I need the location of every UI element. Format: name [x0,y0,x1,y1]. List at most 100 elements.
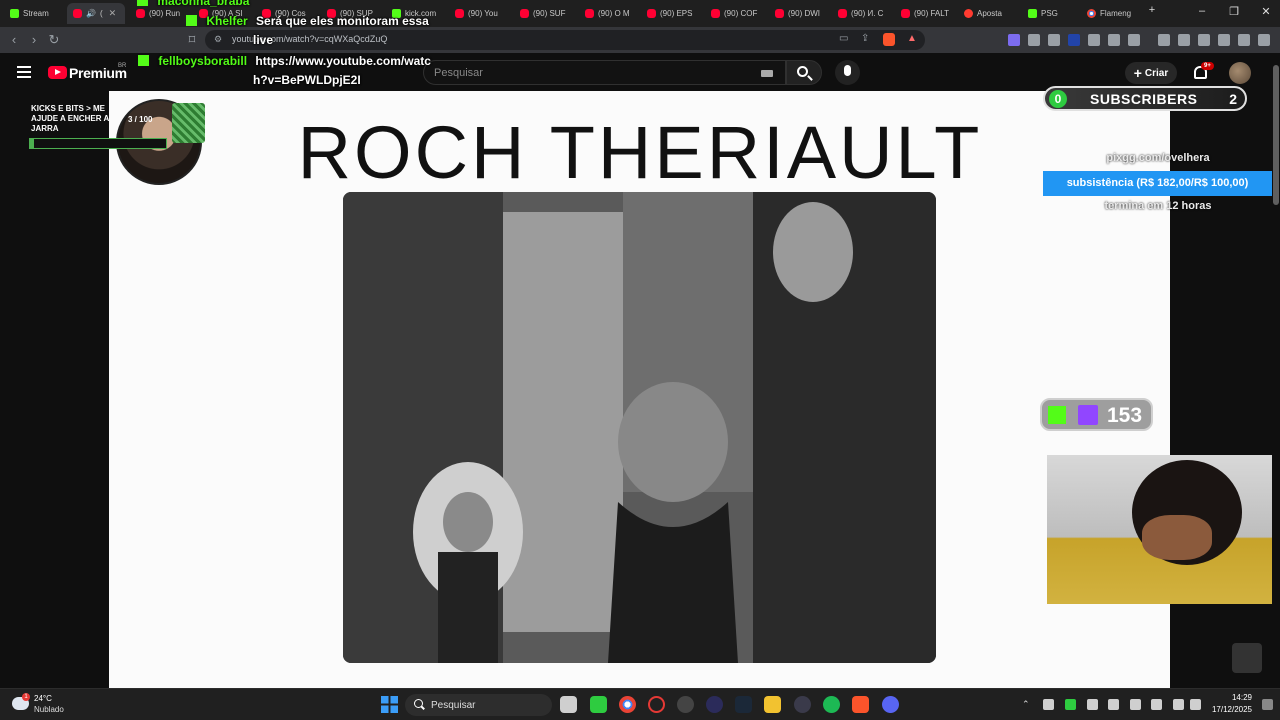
sparkle-icon [964,9,973,18]
ai-icon[interactable] [1218,34,1230,46]
back-arrow-icon[interactable]: ‹ [6,32,22,48]
discord-icon[interactable] [882,696,899,713]
tray-icon[interactable] [1065,699,1076,710]
extension-icon[interactable] [1088,34,1100,46]
search-icon [797,66,808,77]
chevron-up-icon[interactable]: ⌃ [1022,699,1033,710]
youtube-icon [901,9,910,18]
windows-start-icon[interactable] [381,696,398,713]
bluetooth-icon[interactable] [1130,699,1141,710]
viewer-count: 153 [1107,404,1143,427]
reload-icon[interactable]: ↻ [46,32,62,48]
close-tab-icon[interactable]: ✕ [109,8,117,19]
voice-search-button[interactable] [835,60,860,85]
extension-icon[interactable] [1048,34,1060,46]
tab-psg[interactable]: PSG [1022,3,1078,24]
tab-active-youtube[interactable]: 🔊 ( ✕ [67,3,125,24]
minimize-button[interactable]: – [1193,5,1211,17]
tab-youtube[interactable]: (90) O M [579,3,639,24]
youtube-icon [711,9,720,18]
volume-icon[interactable] [1190,699,1201,710]
task-view-icon[interactable] [560,696,577,713]
channel-watermark[interactable] [1232,643,1262,673]
tray-icon[interactable] [1043,699,1054,710]
clock-time[interactable]: 14:29 [1212,693,1252,702]
brave-icon[interactable] [852,696,869,713]
tab-stream[interactable]: Stream [4,3,64,24]
menu-icon[interactable] [17,66,31,78]
file-explorer-icon[interactable] [764,696,781,713]
opera-icon[interactable] [648,696,665,713]
photo-standing-man-face [773,202,853,302]
cast-icon[interactable]: ▭ [839,33,848,44]
youtube-icon [775,9,784,18]
tab-label: Stream [23,9,49,18]
tray-icon[interactable] [1151,699,1162,710]
photo-illustration [343,192,936,663]
brave-rewards-icon[interactable]: ▲ [907,33,917,44]
notification-center-icon[interactable] [1262,699,1273,710]
tab-flamengo[interactable]: Flameng [1081,3,1139,24]
tab-youtube[interactable]: (90) You [449,3,511,24]
media-controls-icon[interactable] [1158,34,1170,46]
brave-shields-icon[interactable] [883,33,895,46]
tab-youtube[interactable]: (90) EPS [641,3,703,24]
chat-message: maconha_braba [137,0,249,8]
wallet-icon[interactable] [1198,34,1210,46]
tab-youtube[interactable]: (90) DWI [769,3,831,24]
restore-button[interactable]: ❐ [1225,5,1243,18]
tray-icon[interactable] [1087,699,1098,710]
menu-icon[interactable] [1258,34,1270,46]
tab-label: (90) Run [149,9,181,18]
subscriber-goal: 2 [1229,91,1237,107]
tab-aposta[interactable]: Aposta [958,3,1020,24]
play-app-icon[interactable] [590,696,607,713]
share-icon[interactable]: ⇪ [861,33,869,44]
search-button[interactable] [786,60,822,85]
app-icon[interactable] [677,696,694,713]
vpn-icon[interactable] [1238,34,1250,46]
forward-arrow-icon[interactable]: › [26,32,42,48]
bookmark-icon[interactable]: ⌑ [184,32,200,48]
app-icon[interactable] [794,696,811,713]
tab-youtube[interactable]: (90) COF [705,3,767,24]
tab-youtube[interactable]: (90) SUF [514,3,576,24]
address-bar[interactable]: ⚙ youtube.com/watch?v=cqWXaQcdZuQ ▭ ⇪ ▲ [205,30,925,50]
chrome-icon [1087,9,1096,18]
chat-username: fellboysborabill [158,54,248,68]
close-window-button[interactable]: ✕ [1257,5,1275,18]
extension-icon[interactable] [1108,34,1120,46]
youtube-icon [585,9,594,18]
account-avatar[interactable] [1229,62,1251,84]
plus-icon: + [1133,65,1142,81]
extension-icon[interactable] [1008,34,1020,46]
clock-date[interactable]: 17/12/2025 [1205,705,1252,714]
extension-icon[interactable] [1128,34,1140,46]
chat-message: Khelfer Será que eles monitoram essa [186,14,429,28]
extension-icon[interactable] [1068,34,1080,46]
app-icon[interactable] [706,696,723,713]
taskbar-search[interactable]: Pesquisar [405,694,552,716]
weather-temperature[interactable]: 24°C [34,694,52,703]
historical-photo [343,192,936,663]
extension-icon[interactable] [1028,34,1040,46]
create-button[interactable]: + Criar [1125,62,1177,84]
scrollbar-thumb[interactable] [1273,65,1279,205]
tab-youtube[interactable]: (90) И. С [832,3,894,24]
tab-youtube[interactable]: (90) FALT [895,3,957,24]
sidebar-icon[interactable] [1178,34,1190,46]
chrome-icon[interactable] [619,696,636,713]
search-input[interactable]: Pesquisar [423,60,786,85]
site-info-icon[interactable]: ⚙ [214,34,222,45]
steam-icon[interactable] [735,696,752,713]
weather-condition[interactable]: Nublado [34,705,64,714]
page-scrollbar[interactable] [1272,53,1280,689]
chat-message: fellboysborabill https://www.youtube.com… [138,54,431,68]
youtube-logo-icon[interactable] [48,66,67,79]
wifi-icon[interactable] [1173,699,1184,710]
new-tab-button[interactable]: + [1143,4,1161,16]
viewer-counter: 153 [1040,398,1153,431]
spotify-icon[interactable] [823,696,840,713]
tray-icon[interactable] [1108,699,1119,710]
keyboard-icon[interactable] [761,70,773,77]
